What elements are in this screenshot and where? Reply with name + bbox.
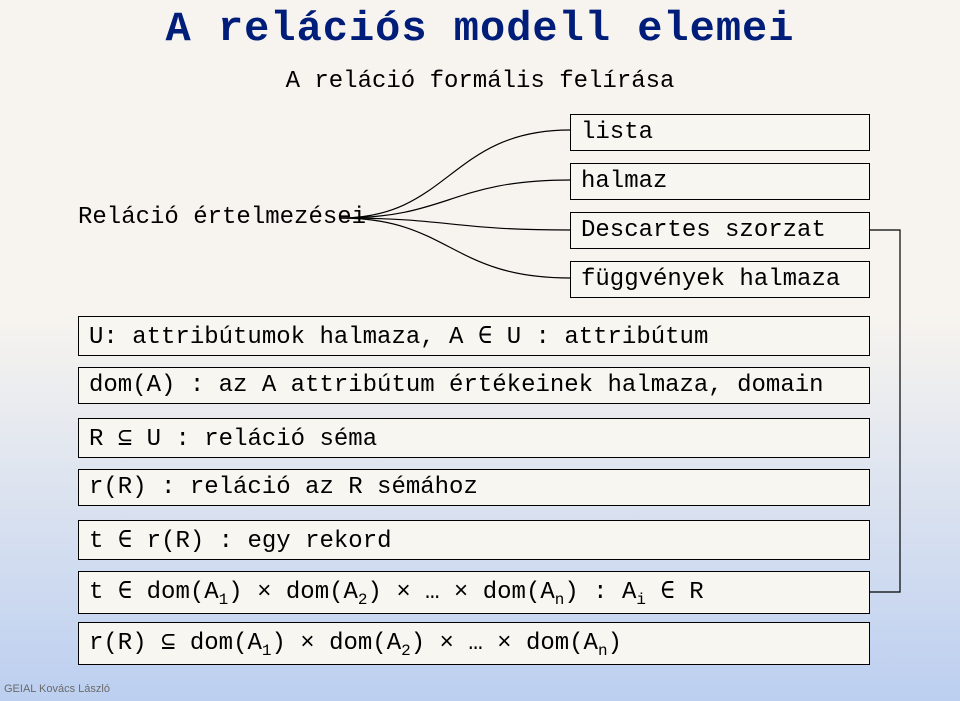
box-r-schema: R ⊆ U : reláció séma [78,418,870,458]
tdom-p4: ) : A [564,579,636,606]
box-rr-dom-product: r(R) ⊆ dom(A1) × dom(A2) × … × dom(An) [78,622,870,665]
rrdom-p2: ) × dom(A [271,630,401,657]
bracket-connector [330,118,570,298]
rrdom-p3: ) × … × dom(A [411,630,598,657]
box-dom-a: dom(A) : az A attribútum értékeinek halm… [78,367,870,404]
box-t-dom-product: t ∈ dom(A1) × dom(A2) × … × dom(An) : Ai… [78,571,870,614]
box-halmaz: halmaz [570,163,870,200]
rrdom-s3: n [598,642,608,660]
box-r-of-r: r(R) : reláció az R sémához [78,469,870,506]
rrdom-p1: r(R) ⊆ dom(A [89,630,262,657]
tdom-p2: ) × dom(A [228,579,358,606]
footer-credit: GEIAL Kovács László [4,683,110,695]
relation-interpretations-label: Reláció értelmezései [78,204,366,231]
box-descartes: Descartes szorzat [570,212,870,249]
box-fuggvenyek: függvények halmaza [570,261,870,298]
tdom-p1: t ∈ dom(A [89,579,219,606]
right-connector [870,212,910,622]
box-u-attributes: U: attribútumok halmaza, A ∈ U : attribú… [78,316,870,356]
box-lista: lista [570,114,870,151]
tdom-p5: ∈ R [646,579,704,606]
page-title: A relációs modell elemei [0,5,960,53]
box-t-record: t ∈ r(R) : egy rekord [78,520,870,560]
tdom-s2: 2 [358,591,368,609]
rrdom-p4: ) [608,630,622,657]
tdom-p3: ) × … × dom(A [368,579,555,606]
rrdom-s2: 2 [401,642,411,660]
tdom-s1: 1 [219,591,229,609]
page-subtitle: A reláció formális felírása [0,68,960,95]
tdom-s3: n [555,591,565,609]
tdom-s4: i [636,591,646,609]
